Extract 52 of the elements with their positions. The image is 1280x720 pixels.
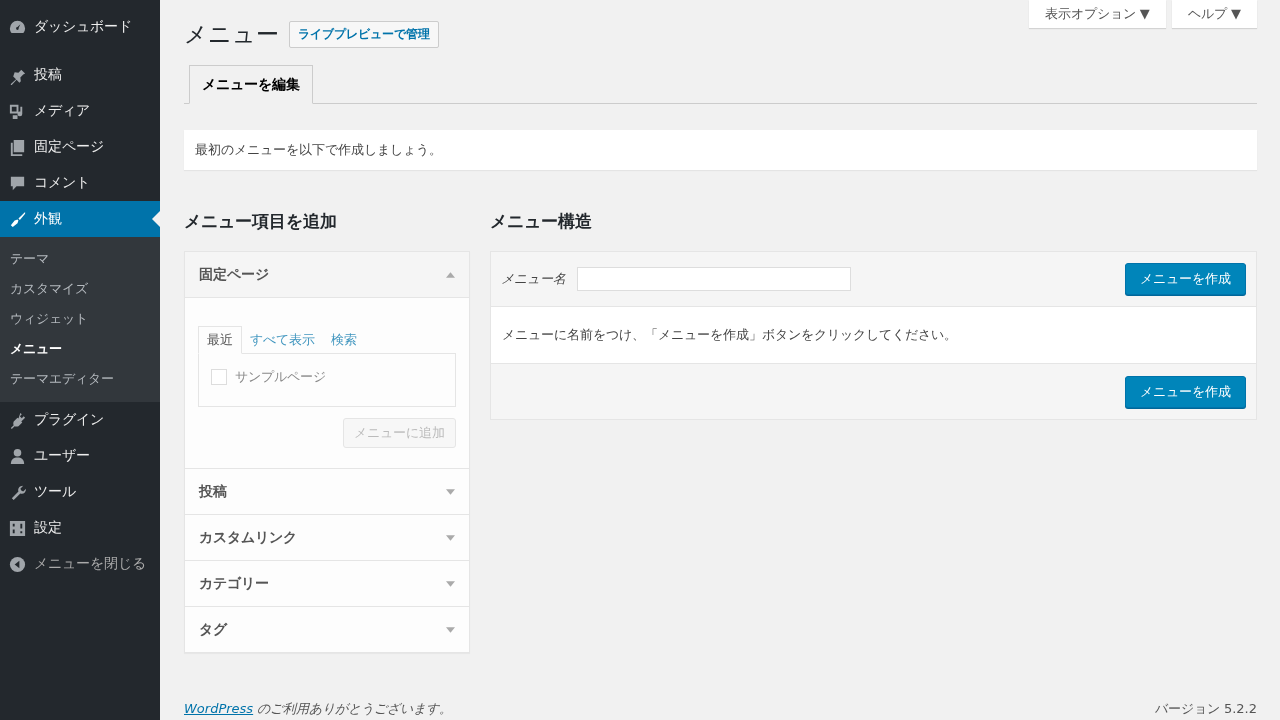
- sidebar-item[interactable]: 外観: [0, 201, 160, 237]
- create-menu-button[interactable]: メニューを作成: [1125, 263, 1246, 295]
- sidebar-item[interactable]: ダッシュボード: [0, 9, 160, 45]
- accordion-header[interactable]: タグ: [185, 607, 469, 652]
- brush-icon: [8, 209, 27, 229]
- user-icon: [8, 446, 27, 466]
- tab[interactable]: 最近: [198, 326, 242, 354]
- sliders-icon: [8, 518, 27, 538]
- submenu-item[interactable]: テーマ: [0, 244, 160, 274]
- option-label: サンプルページ: [235, 368, 326, 386]
- plug-icon: [8, 410, 27, 430]
- sidebar-item[interactable]: 設定: [0, 510, 160, 546]
- field-label: メニュー名: [501, 270, 566, 288]
- submenu-item[interactable]: カスタマイズ: [0, 274, 160, 304]
- sidebar-item[interactable]: 固定ページ: [0, 129, 160, 165]
- tab[interactable]: メニューを編集: [189, 65, 313, 104]
- instruction-text: メニューに名前をつけ、「メニューを作成」ボタンをクリックしてください。: [502, 326, 957, 344]
- checkbox[interactable]: [211, 369, 227, 385]
- accordion-header[interactable]: カテゴリー: [185, 561, 469, 606]
- sidebar-item[interactable]: コメント: [0, 165, 160, 201]
- caret-icon: [446, 534, 455, 541]
- caret-icon: [446, 488, 455, 495]
- sidebar-item[interactable]: ツール: [0, 474, 160, 510]
- live-preview-button[interactable]: ライブプレビューで管理: [289, 21, 439, 48]
- sidebar-item[interactable]: メディア: [0, 93, 160, 129]
- submenu-item[interactable]: テーマエディター: [0, 364, 160, 394]
- page-title: メニュー: [184, 20, 279, 49]
- sidebar-item[interactable]: ユーザー: [0, 438, 160, 474]
- sidebar-item[interactable]: メニューを閉じる: [0, 546, 160, 582]
- notice-message: 最初のメニューを以下で作成しましょう。: [184, 130, 1257, 170]
- accordion-header[interactable]: カスタムリンク: [185, 515, 469, 560]
- section-heading: メニュー構造: [490, 210, 593, 233]
- pointer-mark: [152, 211, 160, 227]
- footer-text: WordPress のご利用ありがとうございます。: [184, 700, 453, 718]
- create-menu-button[interactable]: メニューを作成: [1125, 375, 1246, 408]
- sidebar-item[interactable]: 投稿: [0, 57, 160, 93]
- dropdown-button[interactable]: ヘルプ ▼: [1171, 0, 1257, 28]
- collapse-icon: [8, 554, 27, 574]
- version-text: バージョン 5.2.2: [1154, 700, 1257, 718]
- submenu-item[interactable]: ウィジェット: [0, 304, 160, 334]
- caret-icon: [446, 271, 455, 278]
- submenu-item[interactable]: メニュー: [0, 334, 160, 364]
- caret-icon: [446, 580, 455, 587]
- caret-icon: [446, 626, 455, 633]
- accordion-header[interactable]: 固定ページ: [185, 252, 469, 298]
- sidebar-item[interactable]: プラグイン: [0, 402, 160, 438]
- wordpress-link[interactable]: WordPress: [184, 701, 254, 716]
- dropdown-button[interactable]: 表示オプション ▼: [1028, 0, 1166, 28]
- pages-icon: [8, 137, 27, 157]
- menu-name-field[interactable]: [577, 267, 851, 291]
- accordion-header[interactable]: 投稿: [185, 469, 469, 514]
- section-heading: メニュー項目を追加: [184, 210, 338, 233]
